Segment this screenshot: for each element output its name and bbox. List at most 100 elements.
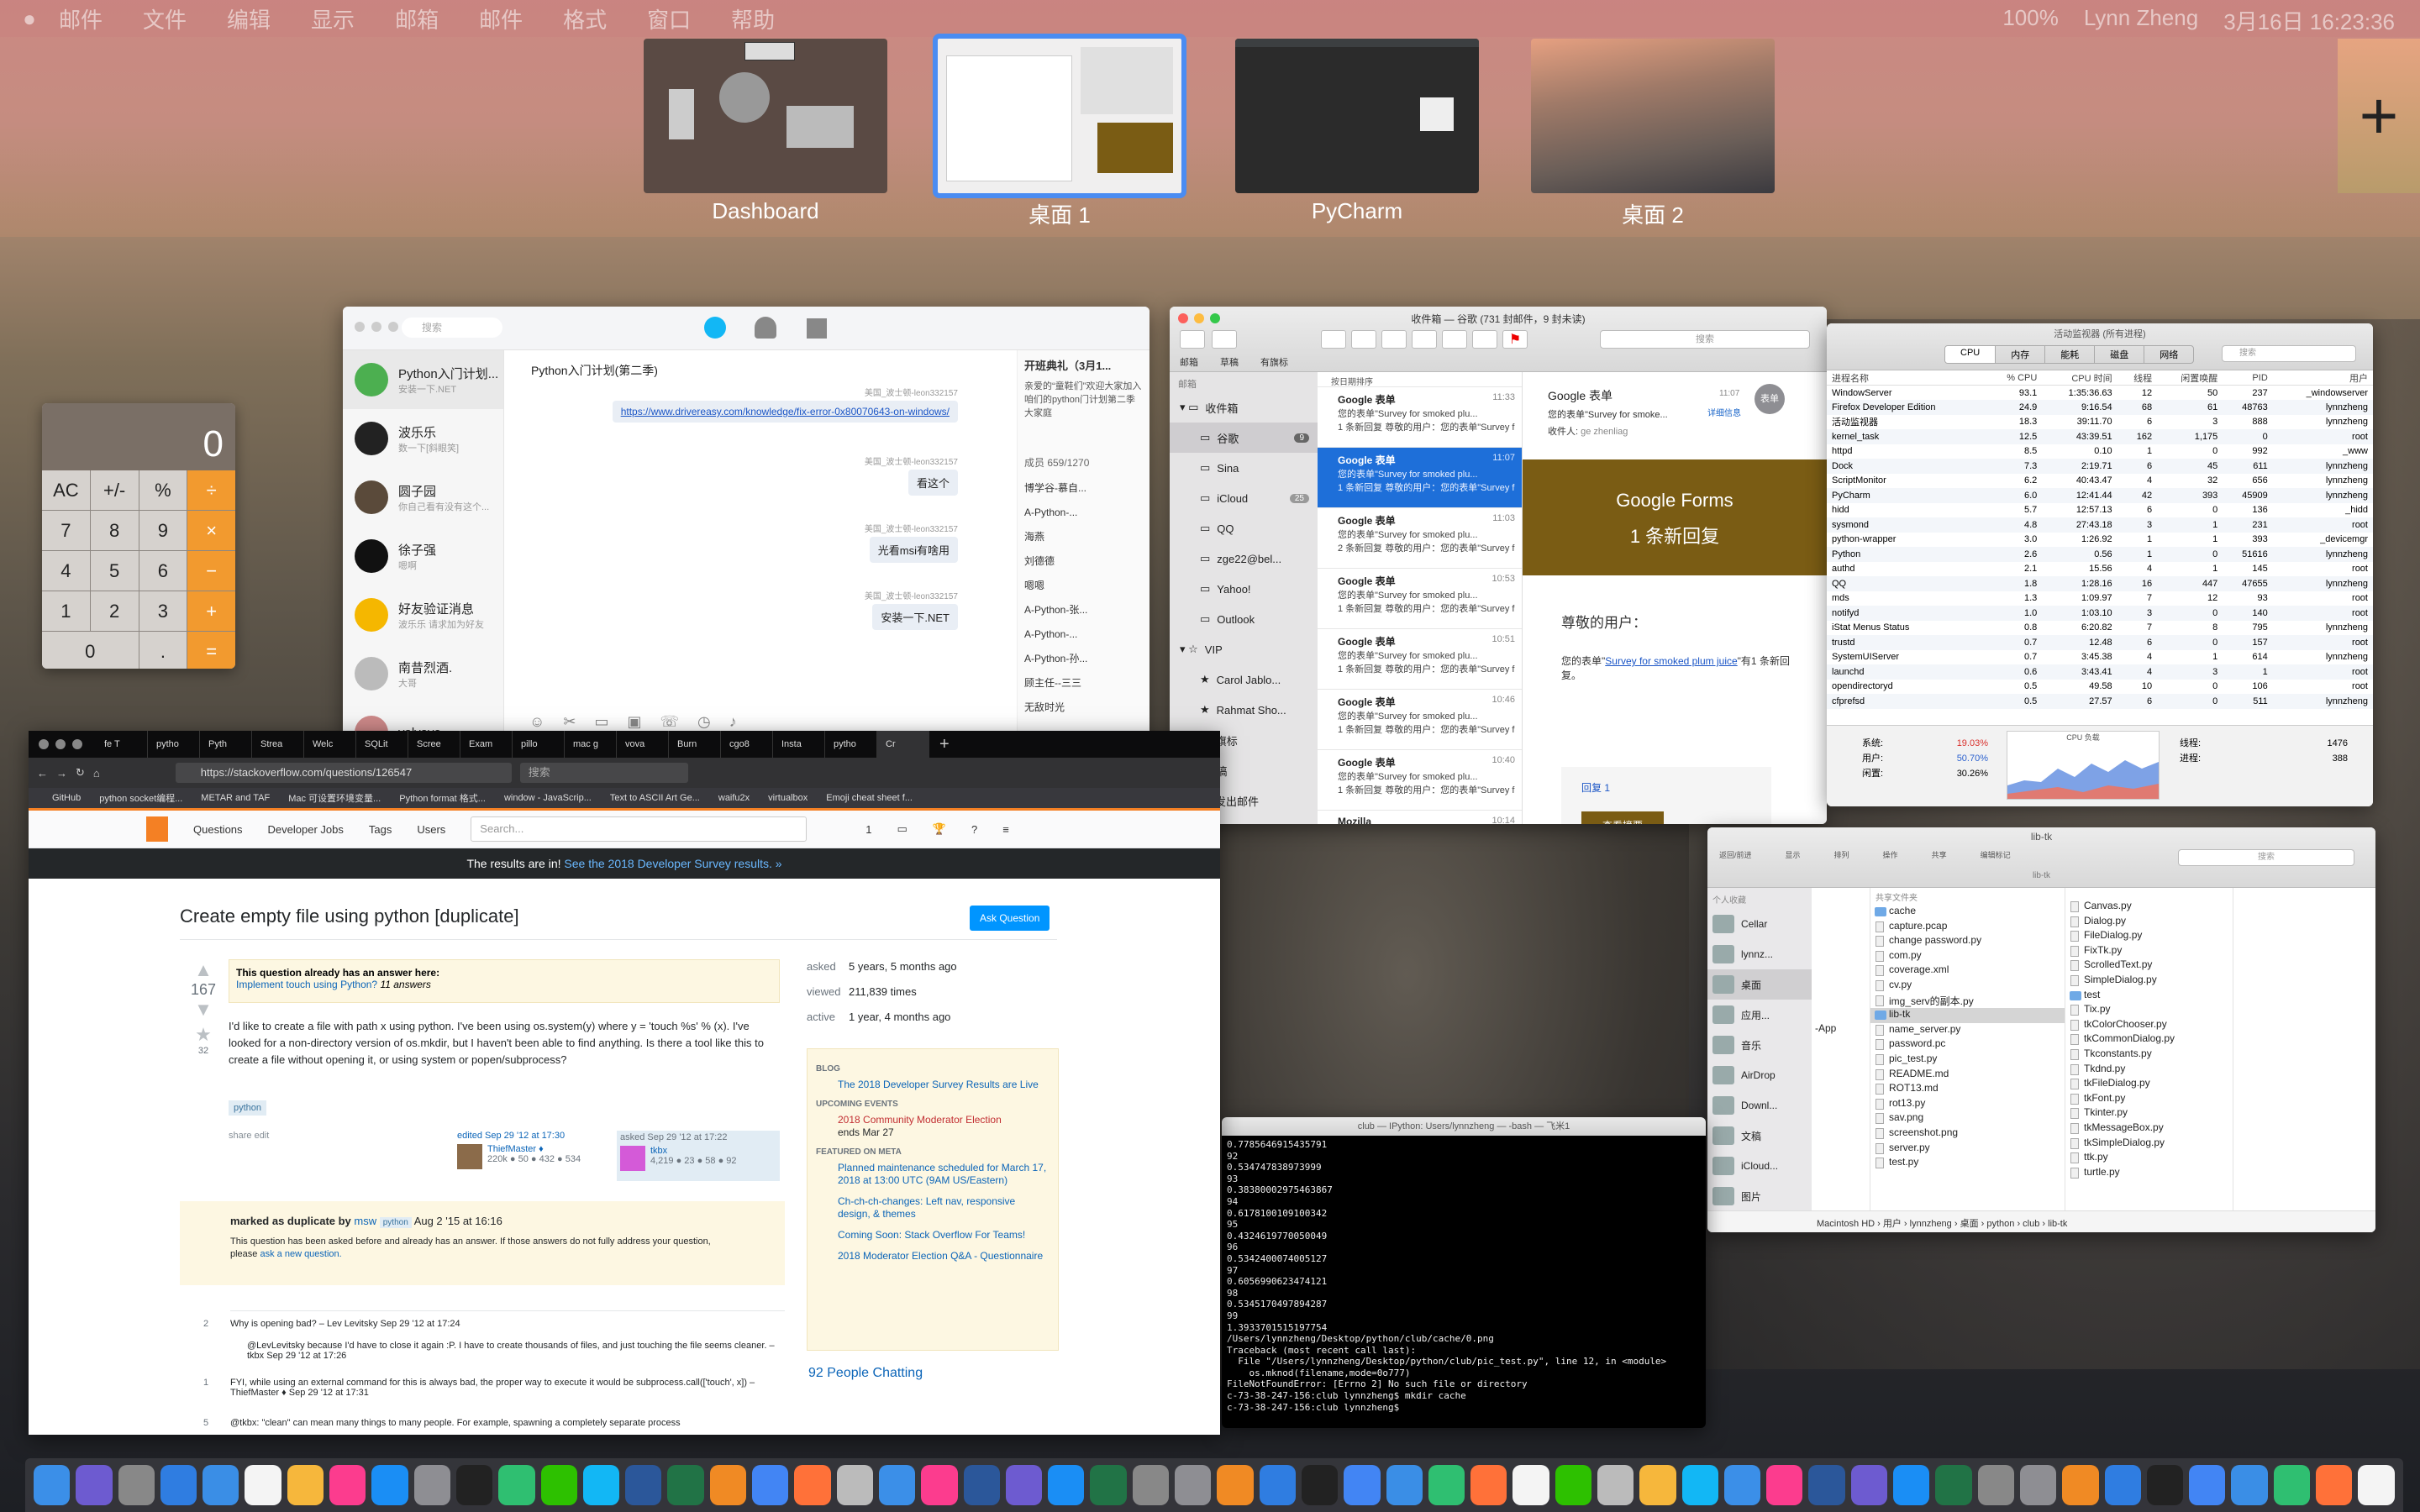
process-row[interactable]: Python 2.6 0.56 1 0 51616 lynnzheng: [1827, 547, 2373, 562]
process-row[interactable]: Firefox Developer Edition 24.9 9:16.54 68 61…: [1827, 400, 2373, 415]
browser-tab[interactable]: SQLit: [356, 731, 408, 758]
calc-key[interactable]: 3: [139, 591, 187, 631]
menu-item[interactable]: 邮件: [59, 3, 103, 34]
excel-icon[interactable]: [667, 1465, 704, 1505]
column-header[interactable]: % CPU: [1986, 370, 2043, 386]
form-link[interactable]: Survey for smoked plum juice: [1605, 655, 1737, 667]
member-item[interactable]: 无敌时光: [1024, 696, 1143, 720]
bookmark-item[interactable]: GitHub: [52, 793, 81, 803]
message-item[interactable]: Google 表单 11:07 您的表单"Survey for smoked plu…: [1318, 448, 1522, 508]
app-icon[interactable]: [2189, 1465, 2226, 1505]
duplicate-link[interactable]: Implement touch using Python?: [236, 979, 377, 990]
process-row[interactable]: opendirectoryd 0.5 49.58 10 0 106 root: [1827, 680, 2373, 695]
share-button[interactable]: 共享: [1932, 849, 1947, 860]
calc-key[interactable]: 4: [42, 551, 90, 591]
process-row[interactable]: authd 2.1 15.56 4 1 145 root: [1827, 562, 2373, 577]
message-link[interactable]: https://www.drivereasy.com/knowledge/fix…: [612, 401, 958, 423]
app-icon[interactable]: [1301, 1465, 1339, 1505]
contact-item[interactable]: 圆子园 你自己看有没有这个...: [343, 468, 503, 527]
forward-icon[interactable]: [1472, 330, 1497, 349]
finder-item[interactable]: name_server.py: [1870, 1023, 2065, 1038]
meta-link[interactable]: Planned maintenance scheduled for March …: [816, 1162, 1050, 1187]
finder-item[interactable]: README.md: [1870, 1068, 2065, 1083]
vlc-icon[interactable]: [709, 1465, 747, 1505]
finder-item[interactable]: tkMessageBox.py: [2065, 1121, 2233, 1137]
finder-item[interactable]: tkFont.py: [2065, 1092, 2233, 1107]
member-item[interactable]: A-Python-孙...: [1024, 647, 1143, 671]
so-reputation[interactable]: 1: [865, 823, 871, 836]
ask-new-link[interactable]: ask a new question.: [260, 1249, 341, 1259]
history-icon[interactable]: ◷: [697, 713, 711, 731]
calc-key[interactable]: ×: [187, 511, 235, 550]
arrange-button[interactable]: 排列: [1834, 849, 1849, 860]
contacts-icon[interactable]: [755, 317, 776, 339]
column-header[interactable]: 用户: [2272, 370, 2373, 386]
scissors-icon[interactable]: ✂: [563, 713, 576, 731]
meta-link[interactable]: Coming Soon: Stack Overflow For Teams!: [816, 1229, 1050, 1242]
downvote-icon[interactable]: ▼: [187, 999, 220, 1021]
calc-key[interactable]: ÷: [187, 470, 235, 510]
url-bar[interactable]: https://stackoverflow.com/questions/1265…: [175, 763, 512, 783]
process-row[interactable]: 活动监视器 18.3 39:11.70 6 3 888 lynnzheng: [1827, 415, 2373, 430]
column-header[interactable]: 闲置唤醒: [2157, 370, 2223, 386]
back-forward-button[interactable]: 返回/前进: [1719, 849, 1752, 860]
contact-item[interactable]: Python入门计划... 安装一下.NET: [343, 350, 503, 409]
back-icon[interactable]: ←: [37, 767, 48, 780]
activity-search-input[interactable]: 搜索: [2222, 345, 2356, 362]
image-icon[interactable]: ▣: [628, 713, 642, 731]
stackoverflow-logo-icon[interactable]: [146, 816, 168, 842]
reload-icon[interactable]: ↻: [76, 766, 85, 780]
finder-item[interactable]: test: [2065, 989, 2233, 1004]
apple-icon[interactable]: ●: [0, 6, 59, 32]
menu-item[interactable]: 格式: [563, 3, 607, 34]
member-item[interactable]: 海燕: [1024, 525, 1143, 549]
zoom-icon[interactable]: [72, 739, 82, 749]
finder-item[interactable]: password.pc: [1870, 1037, 2065, 1053]
meta-link[interactable]: 2018 Moderator Election Q&A - Questionna…: [816, 1250, 1050, 1263]
trash-icon[interactable]: [1351, 330, 1376, 349]
finder-item[interactable]: sav.png: [1870, 1111, 2065, 1126]
path-segment[interactable]: club: [2023, 1219, 2039, 1229]
archive-icon[interactable]: [1321, 330, 1346, 349]
bookmark-item[interactable]: python socket编程...: [99, 791, 182, 805]
app-icon[interactable]: [1048, 1465, 1085, 1505]
moderator-link[interactable]: msw: [354, 1215, 376, 1227]
calc-key[interactable]: 1: [42, 591, 90, 631]
browser-tab[interactable]: Pyth: [200, 731, 252, 758]
browser-tab[interactable]: Burn: [669, 731, 721, 758]
sidebar-item-icloud[interactable]: ▭ iCloud 25: [1170, 483, 1318, 513]
app-icon[interactable]: [2231, 1465, 2268, 1505]
help-icon[interactable]: ?: [971, 823, 977, 836]
process-row[interactable]: mds 1.3 1:09.97 7 12 93 root: [1827, 591, 2373, 606]
app-icon[interactable]: [2358, 1465, 2395, 1505]
sidebar-item-outlook[interactable]: ▭ Outlook: [1170, 604, 1318, 634]
view-summary-button[interactable]: 查看摘要: [1581, 811, 1664, 824]
calc-key[interactable]: +/-: [90, 470, 139, 510]
finder-sidebar-item[interactable]: Cellar: [1707, 909, 1812, 939]
app-icon[interactable]: [1893, 1465, 1930, 1505]
finder-search-input[interactable]: 搜索: [2178, 849, 2354, 866]
phone-icon[interactable]: ☏: [660, 713, 680, 731]
tag-python[interactable]: python: [229, 1100, 267, 1116]
contact-item[interactable]: 好友验证消息 波乐乐 请求加为好友: [343, 585, 503, 644]
finder-sidebar-item[interactable]: 音乐: [1707, 1030, 1812, 1060]
finder-item[interactable]: img_serv的副本.py: [1870, 994, 2065, 1009]
finder-item[interactable]: server.py: [1870, 1142, 2065, 1157]
app-icon[interactable]: [1850, 1465, 1888, 1505]
app-icon[interactable]: [963, 1465, 1000, 1505]
apps-icon[interactable]: [807, 318, 827, 339]
finder-item[interactable]: capture.pcap: [1870, 920, 2065, 935]
finder-item[interactable]: Tkinter.py: [2065, 1106, 2233, 1121]
tab-cpu[interactable]: CPU: [1945, 346, 1996, 363]
app-icon[interactable]: [1935, 1465, 1972, 1505]
event-link[interactable]: 2018 Community Moderator Election: [816, 1114, 1050, 1126]
finder-item[interactable]: tkFileDialog.py: [2065, 1077, 2233, 1092]
reply-icon[interactable]: [1412, 330, 1437, 349]
finder-sidebar-item[interactable]: lynnz...: [1707, 939, 1812, 969]
word-icon[interactable]: [625, 1465, 662, 1505]
calc-key[interactable]: AC: [42, 470, 90, 510]
browser-tab[interactable]: Insta: [773, 731, 825, 758]
inbox-icon[interactable]: ▭: [897, 822, 908, 836]
app-icon[interactable]: [2146, 1465, 2184, 1505]
member-item[interactable]: 顾主任--三三: [1024, 671, 1143, 696]
